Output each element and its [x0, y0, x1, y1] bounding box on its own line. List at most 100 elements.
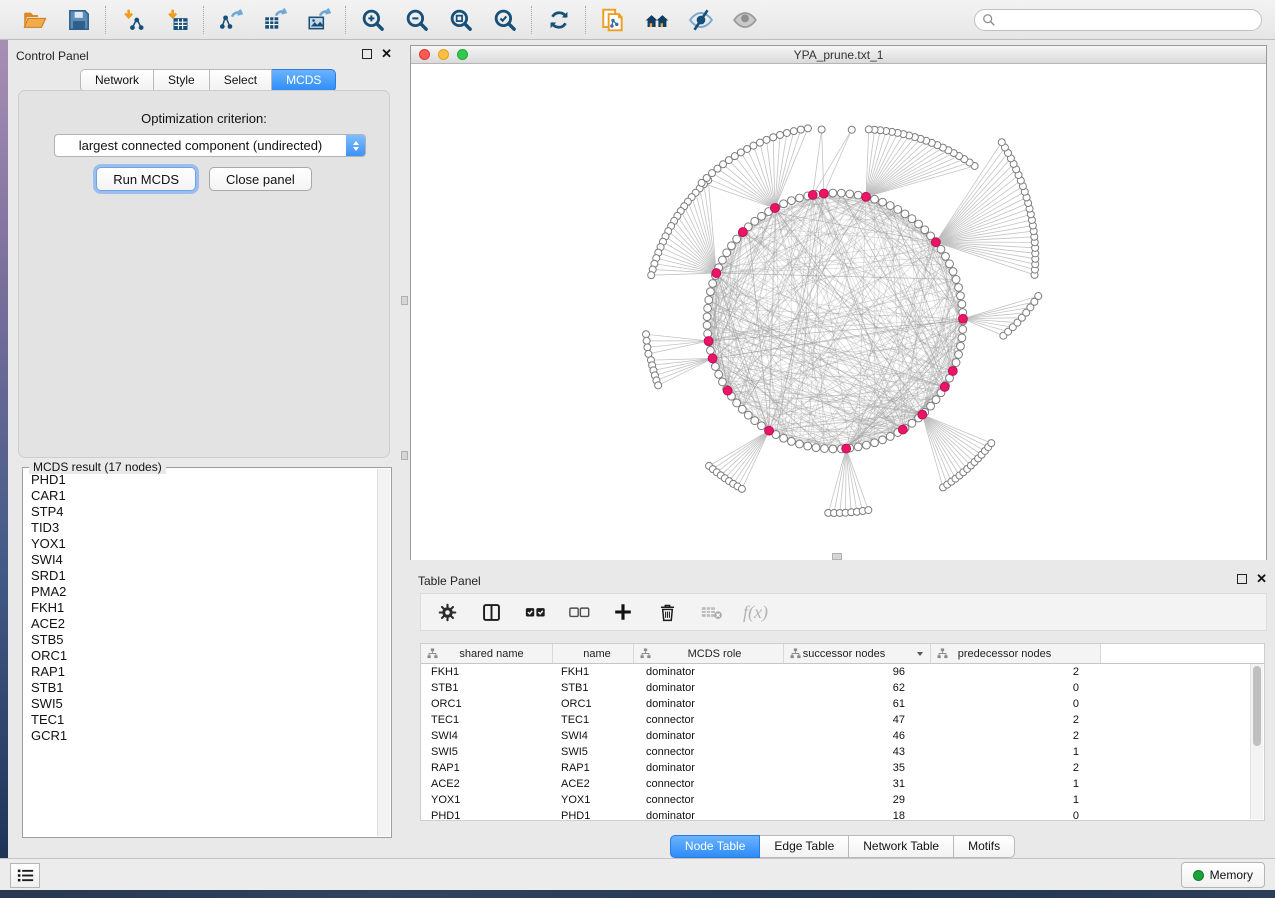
deselect-all-icon[interactable]: [567, 600, 591, 624]
network-node[interactable]: [955, 284, 963, 292]
export-table-icon[interactable]: [261, 6, 288, 33]
apply-layout-icon[interactable]: [545, 6, 572, 33]
table-row[interactable]: SWI4SWI4dominator462: [421, 728, 1264, 744]
delete-table-icon[interactable]: [699, 600, 723, 624]
network-node[interactable]: [942, 252, 950, 260]
mcds-result-item[interactable]: CAR1: [23, 488, 375, 504]
optimization-criterion-select[interactable]: largest connected component (undirected): [54, 134, 366, 157]
network-node[interactable]: [804, 442, 812, 450]
network-node[interactable]: [756, 139, 763, 146]
network-node[interactable]: [886, 202, 894, 210]
network-node[interactable]: [998, 139, 1005, 146]
dominator-node[interactable]: [862, 192, 871, 201]
dominator-node[interactable]: [819, 189, 828, 198]
network-node[interactable]: [952, 276, 960, 284]
network-node[interactable]: [796, 440, 804, 448]
hide-selected-icon[interactable]: [687, 6, 714, 33]
tab-mcds[interactable]: MCDS: [272, 69, 336, 92]
mcds-result-item[interactable]: TEC1: [23, 712, 375, 728]
column-header-predecessor-nodes[interactable]: predecessor nodes: [931, 644, 1101, 663]
network-node[interactable]: [946, 260, 954, 268]
close-panel-button[interactable]: Close panel: [209, 167, 312, 191]
search-input[interactable]: [996, 11, 1261, 29]
show-all-icon[interactable]: [731, 6, 758, 33]
tab-select[interactable]: Select: [210, 69, 272, 92]
zoom-out-icon[interactable]: [403, 6, 430, 33]
close-window-icon[interactable]: [419, 49, 430, 60]
network-node[interactable]: [758, 422, 766, 430]
dominator-node[interactable]: [712, 269, 721, 278]
network-node[interactable]: [643, 337, 650, 344]
export-image-icon[interactable]: [305, 6, 332, 33]
mcds-result-item[interactable]: ORC1: [23, 648, 375, 664]
dominator-node[interactable]: [708, 354, 717, 363]
network-node[interactable]: [879, 436, 887, 444]
network-node[interactable]: [854, 443, 862, 451]
tab-node-table[interactable]: Node Table: [670, 835, 761, 858]
network-node[interactable]: [818, 126, 825, 133]
tab-edge-table[interactable]: Edge Table: [760, 835, 849, 858]
mcds-result-item[interactable]: ACE2: [23, 616, 375, 632]
function-builder-icon[interactable]: f(x): [743, 602, 768, 623]
network-node[interactable]: [707, 346, 715, 354]
network-node[interactable]: [705, 296, 713, 304]
network-node[interactable]: [780, 200, 788, 208]
network-node[interactable]: [648, 272, 655, 279]
column-header-successor-nodes[interactable]: successor nodes: [784, 644, 931, 663]
import-table-icon[interactable]: [163, 6, 190, 33]
zoom-in-icon[interactable]: [359, 6, 386, 33]
network-node[interactable]: [738, 405, 746, 413]
network-node[interactable]: [848, 126, 855, 133]
tab-style[interactable]: Style: [154, 69, 210, 92]
float-window-icon[interactable]: [362, 49, 372, 59]
export-network-icon[interactable]: [217, 6, 244, 33]
mcds-result-item[interactable]: SRD1: [23, 568, 375, 584]
network-node[interactable]: [846, 190, 854, 198]
add-column-icon[interactable]: [611, 600, 635, 624]
network-node[interactable]: [644, 344, 651, 351]
network-node[interactable]: [707, 288, 715, 296]
network-window-titlebar[interactable]: YPA_prune.txt_1: [411, 46, 1266, 64]
task-history-button[interactable]: [10, 863, 40, 888]
network-node[interactable]: [915, 220, 923, 228]
column-header-MCDS-role[interactable]: MCDS role: [634, 644, 784, 663]
network-node[interactable]: [719, 256, 727, 264]
first-neighbors-icon[interactable]: [643, 6, 670, 33]
network-node[interactable]: [837, 189, 845, 197]
network-node[interactable]: [871, 439, 879, 447]
splitter-handle[interactable]: [401, 451, 408, 460]
network-node[interactable]: [780, 434, 788, 442]
network-node[interactable]: [715, 370, 723, 378]
network-canvas[interactable]: [411, 64, 1266, 560]
settings-gear-icon[interactable]: [435, 600, 459, 624]
dominator-node[interactable]: [765, 426, 774, 435]
network-node[interactable]: [894, 206, 902, 214]
network-node[interactable]: [763, 136, 770, 143]
import-network-icon[interactable]: [119, 6, 146, 33]
mcds-result-item[interactable]: STP4: [23, 504, 375, 520]
table-row[interactable]: ORC1ORC1dominator610: [421, 696, 1264, 712]
dominator-node[interactable]: [739, 228, 748, 237]
network-node[interactable]: [723, 249, 731, 257]
dominator-node[interactable]: [959, 314, 968, 323]
column-header-name[interactable]: name: [553, 644, 634, 663]
delete-column-icon[interactable]: [655, 600, 679, 624]
table-row[interactable]: YOX1YOX1connector291: [421, 792, 1264, 808]
network-node[interactable]: [886, 433, 894, 441]
tab-network[interactable]: Network: [80, 69, 154, 92]
network-node[interactable]: [854, 191, 862, 199]
network-node[interactable]: [863, 441, 871, 449]
network-node[interactable]: [958, 300, 966, 308]
network-node[interactable]: [719, 378, 727, 386]
network-node[interactable]: [949, 268, 957, 276]
network-node[interactable]: [643, 331, 650, 338]
network-node[interactable]: [797, 126, 804, 133]
network-node[interactable]: [937, 245, 945, 253]
search-box[interactable]: [974, 9, 1262, 31]
network-node[interactable]: [908, 419, 916, 427]
network-node[interactable]: [927, 402, 935, 410]
save-icon[interactable]: [65, 6, 92, 33]
network-node[interactable]: [777, 132, 784, 139]
table-row[interactable]: RAP1RAP1dominator352: [421, 760, 1264, 776]
network-node[interactable]: [655, 382, 662, 389]
